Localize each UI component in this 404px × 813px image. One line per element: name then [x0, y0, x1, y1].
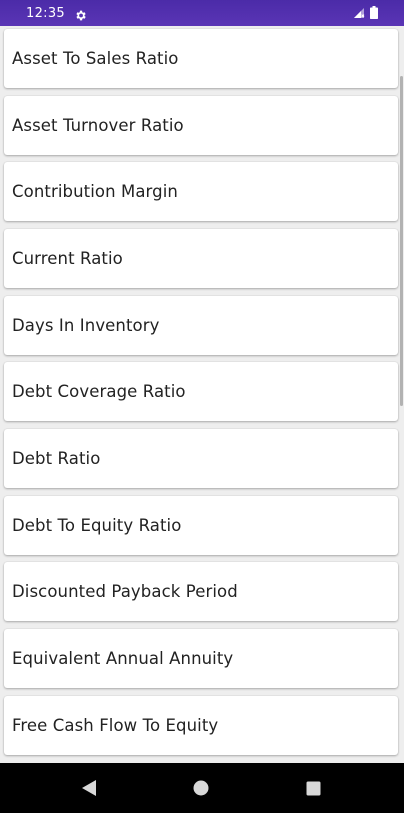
- list-item[interactable]: Contribution Margin: [4, 162, 398, 221]
- list-item-label: Days In Inventory: [12, 316, 160, 335]
- list-item-label: Asset Turnover Ratio: [12, 116, 184, 135]
- battery-icon: [370, 4, 378, 23]
- list-item[interactable]: Asset Turnover Ratio: [4, 96, 398, 155]
- ratio-list: Asset To Sales Ratio Asset Turnover Rati…: [0, 26, 404, 763]
- list-item[interactable]: Days In Inventory: [4, 296, 398, 355]
- list-item[interactable]: Debt Coverage Ratio: [4, 362, 398, 421]
- app-screen: 12:35 Asset To Sales Ratio Asset Turnove…: [0, 0, 404, 813]
- gear-icon: [74, 7, 87, 20]
- status-bar: 12:35: [0, 0, 404, 26]
- list-item[interactable]: Equivalent Annual Annuity: [4, 629, 398, 688]
- list-item[interactable]: Current Ratio: [4, 229, 398, 288]
- list-item[interactable]: Free Cash Flow To Equity: [4, 696, 398, 755]
- back-triangle-icon[interactable]: [78, 777, 100, 799]
- scrollbar[interactable]: [400, 76, 403, 406]
- recents-square-icon[interactable]: [302, 777, 324, 799]
- list-item-label: Equivalent Annual Annuity: [12, 649, 234, 668]
- status-time: 12:35: [26, 5, 65, 21]
- status-indicators: [353, 4, 378, 23]
- home-circle-icon[interactable]: [190, 777, 212, 799]
- list-item-label: Contribution Margin: [12, 182, 178, 201]
- list-item-label: Debt Coverage Ratio: [12, 382, 186, 401]
- list-item-label: Current Ratio: [12, 249, 123, 268]
- navigation-bar: [0, 763, 404, 813]
- list-item[interactable]: Discounted Payback Period: [4, 562, 398, 621]
- list-item-label: Free Cash Flow To Equity: [12, 716, 219, 735]
- list-item-label: Debt To Equity Ratio: [12, 516, 182, 535]
- list-item-label: Asset To Sales Ratio: [12, 49, 179, 68]
- list-item-label: Debt Ratio: [12, 449, 101, 468]
- list-item[interactable]: Asset To Sales Ratio: [4, 29, 398, 88]
- list-item[interactable]: Debt Ratio: [4, 429, 398, 488]
- list-item[interactable]: Debt To Equity Ratio: [4, 496, 398, 555]
- list-item-label: Discounted Payback Period: [12, 582, 238, 601]
- signal-icon: [353, 4, 365, 23]
